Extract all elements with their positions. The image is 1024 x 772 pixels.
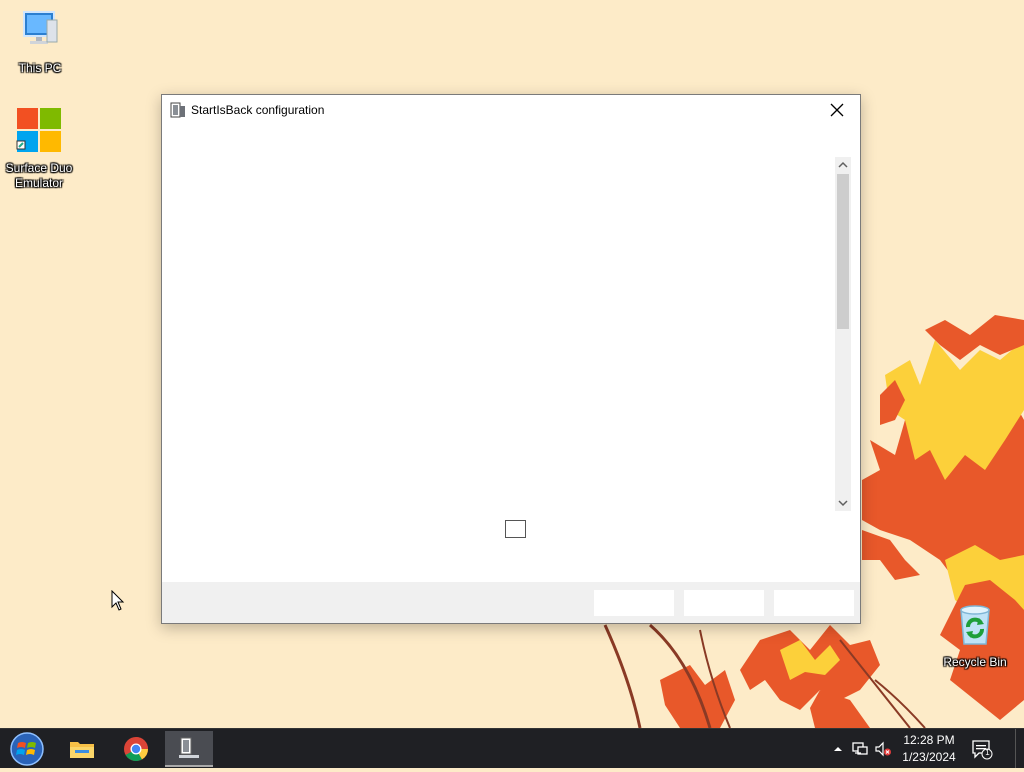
footer-button-2[interactable]: [684, 590, 764, 616]
desktop-icon-this-pc[interactable]: This PC: [0, 6, 80, 76]
window-title-bar[interactable]: StartIsBack configuration: [162, 95, 860, 125]
footer-button-3[interactable]: [774, 590, 854, 616]
option-checkbox[interactable]: [505, 520, 526, 538]
startisback-icon: [170, 102, 185, 118]
recycle-bin-icon: [960, 605, 990, 645]
scroll-up-button[interactable]: [835, 157, 851, 173]
clock-time: 12:28 PM: [903, 733, 955, 747]
chrome-icon: [124, 737, 148, 762]
show-hidden-icons-icon[interactable]: [829, 740, 847, 758]
this-pc-label: This PC: [18, 61, 62, 75]
taskbar-file-explorer[interactable]: [60, 731, 104, 767]
taskbar: 12:28 PM 1/23/2024 1: [0, 728, 1024, 768]
surface-duo-emulator-label: Surface Duo Emulator: [5, 161, 73, 190]
footer-button-1[interactable]: [594, 590, 674, 616]
startisback-icon: [179, 737, 199, 758]
window-title: StartIsBack configuration: [191, 103, 325, 117]
volume-muted-icon[interactable]: [874, 740, 892, 758]
file-explorer-icon: [70, 742, 94, 758]
vertical-scrollbar[interactable]: [835, 157, 851, 511]
recycle-bin-label: Recycle Bin: [943, 655, 1007, 669]
dialog-button-bar: [162, 582, 860, 623]
surface-duo-emulator-icon: [16, 108, 61, 152]
chevron-down-icon: [838, 500, 848, 507]
chevron-up-icon: [838, 161, 848, 168]
desktop-icon-recycle-bin[interactable]: Recycle Bin: [935, 600, 1015, 670]
taskbar-chrome[interactable]: [114, 731, 158, 767]
network-icon[interactable]: [851, 740, 869, 758]
close-button[interactable]: [814, 95, 860, 125]
mouse-cursor-icon: [111, 590, 125, 611]
scrollbar-thumb[interactable]: [837, 174, 849, 329]
start-button[interactable]: [5, 731, 49, 767]
clock-date: 1/23/2024: [902, 750, 956, 764]
this-pc-icon: [23, 11, 58, 44]
startisback-configuration-window: StartIsBack configuration: [161, 94, 861, 624]
desktop-icon-surface-duo-emulator[interactable]: Surface Duo Emulator: [0, 106, 79, 191]
start-orb-icon: [10, 732, 44, 766]
show-desktop-button[interactable]: [1015, 729, 1024, 768]
taskbar-startisback[interactable]: [165, 731, 213, 767]
notification-count: 1: [985, 748, 990, 757]
taskbar-clock[interactable]: 12:28 PM 1/23/2024: [897, 732, 961, 766]
action-center-button[interactable]: 1: [971, 738, 993, 760]
close-icon: [830, 103, 844, 117]
scroll-down-button[interactable]: [835, 495, 851, 511]
